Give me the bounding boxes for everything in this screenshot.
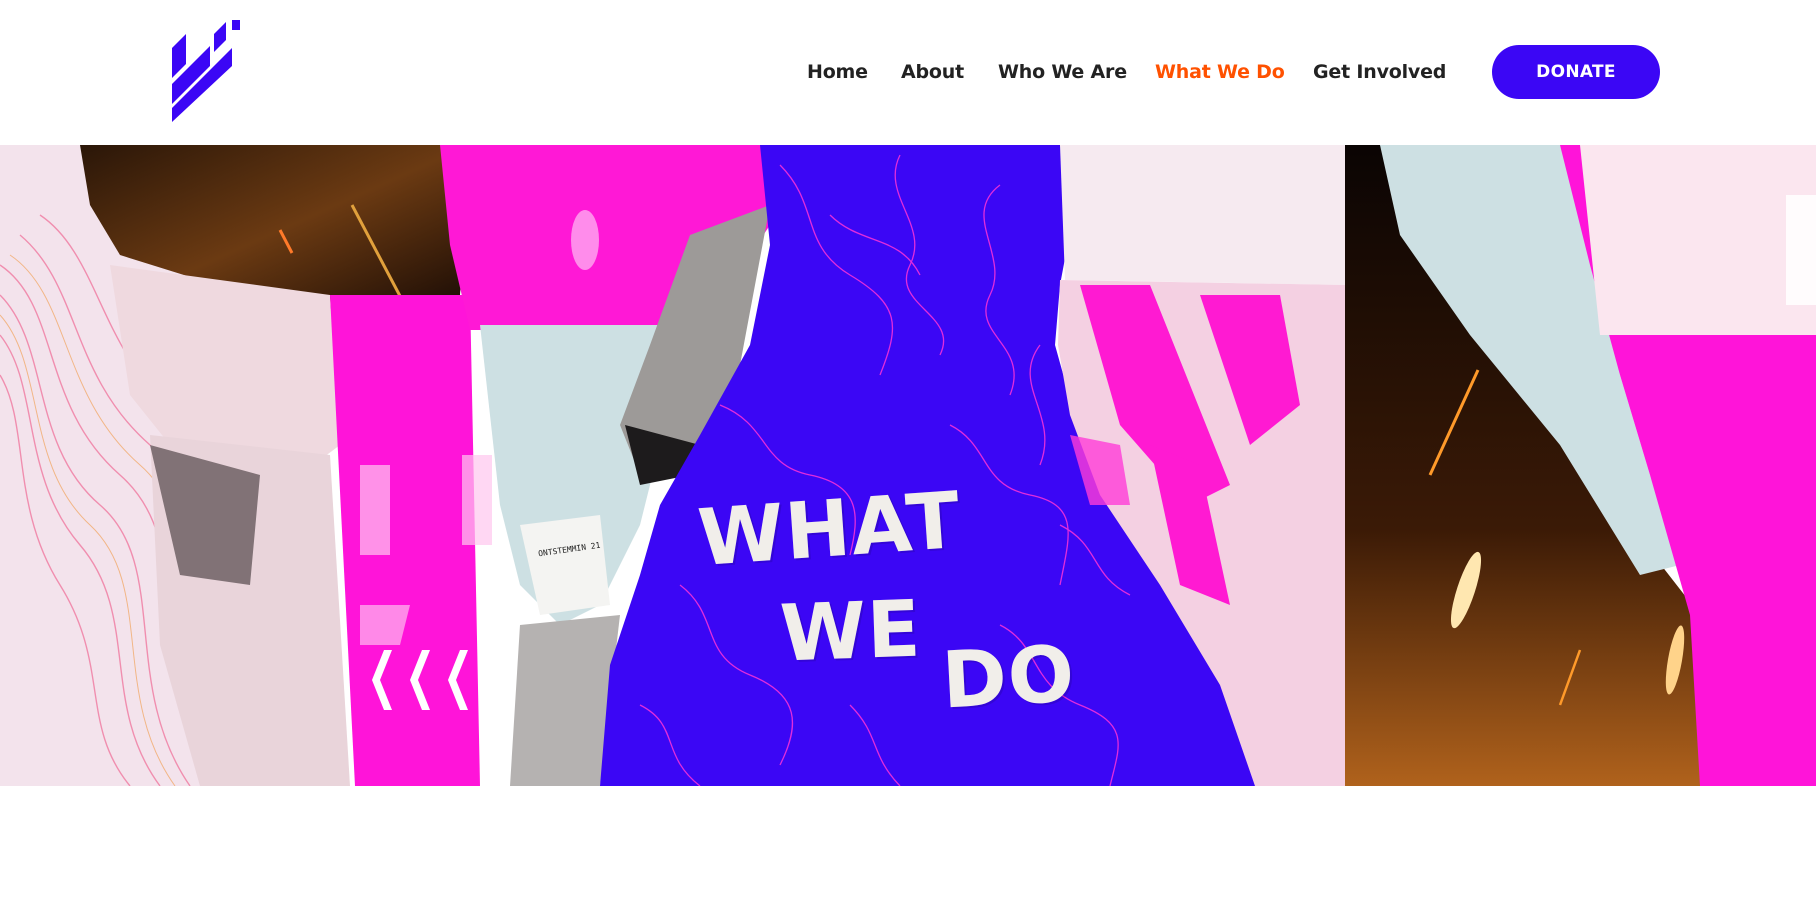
donate-button[interactable]: DONATE <box>1492 45 1660 99</box>
nav-home[interactable]: Home <box>807 56 868 88</box>
poster-caption-number: 21 <box>590 540 601 551</box>
nav-what-we-do[interactable]: What We Do <box>1155 56 1285 88</box>
site-header: Home About Who We Are What We Do Get Inv… <box>0 0 1816 145</box>
nav-about[interactable]: About <box>901 56 964 88</box>
hero-collage-image <box>0 145 1816 786</box>
brand-logo-icon <box>172 20 240 122</box>
nav-get-involved[interactable]: Get Involved <box>1313 56 1446 88</box>
hero-banner: WHAT WE DO ONTSTEMMIN 21 <box>0 145 1816 786</box>
nav-who-we-are[interactable]: Who We Are <box>998 56 1127 88</box>
